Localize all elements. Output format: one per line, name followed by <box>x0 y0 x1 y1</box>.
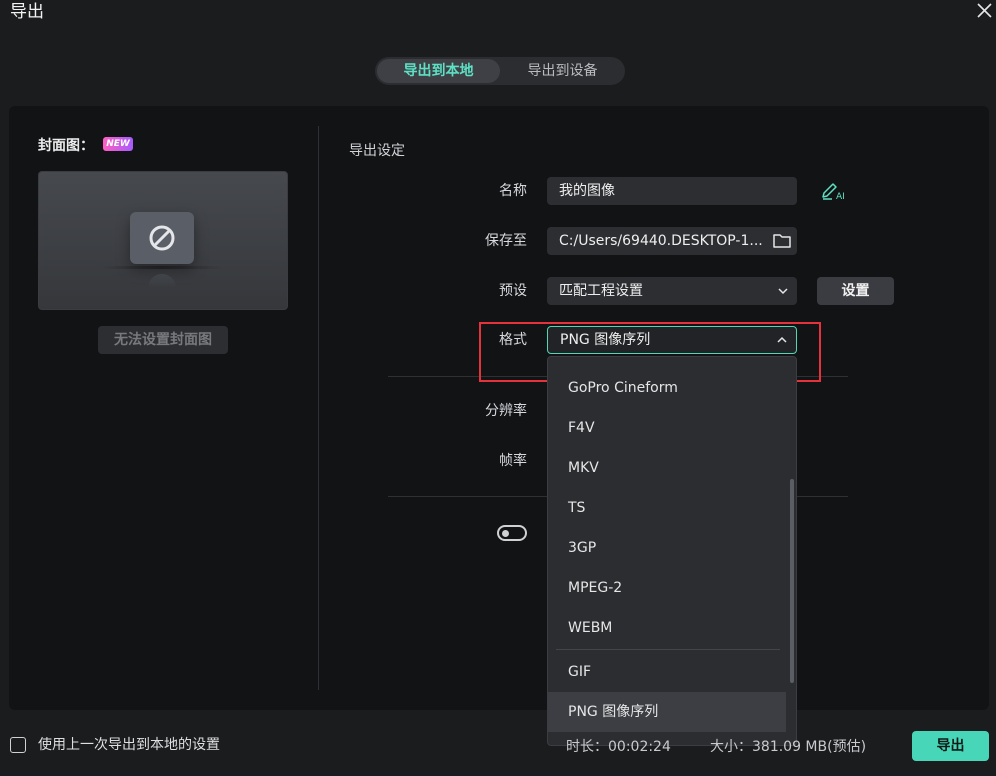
name-label: 名称 <box>499 183 527 199</box>
size-estimate-text: 大小：381.09 MB(预估) <box>710 739 867 755</box>
close-icon[interactable] <box>974 0 996 22</box>
toggle-switch[interactable] <box>497 525 527 541</box>
dropdown-scrollbar[interactable] <box>790 479 794 683</box>
format-option-ts[interactable]: TS <box>548 488 786 528</box>
format-dropdown: GoPro Cineform F4V MKV TS 3GP MPEG-2 WEB… <box>547 356 797 746</box>
svg-text:AI: AI <box>836 192 845 202</box>
new-badge: NEW <box>103 137 133 151</box>
format-option-gif[interactable]: GIF <box>548 652 786 692</box>
save-to-label: 保存至 <box>485 233 527 249</box>
no-cover-icon <box>130 212 194 264</box>
dropdown-separator <box>556 649 780 650</box>
cover-icon-shadow <box>100 266 224 269</box>
format-option-3gp[interactable]: 3GP <box>548 528 786 568</box>
export-settings-title: 导出设定 <box>349 143 405 159</box>
format-option-webm[interactable]: WEBM <box>548 608 786 648</box>
tab-export-local[interactable]: 导出到本地 <box>377 59 500 83</box>
cover-label: 封面图： <box>38 138 94 154</box>
preset-settings-button[interactable]: 设置 <box>817 277 894 305</box>
format-option-f4v[interactable]: F4V <box>548 408 786 448</box>
use-last-settings-label: 使用上一次导出到本地的设置 <box>38 737 220 753</box>
tab-export-device[interactable]: 导出到设备 <box>502 59 623 83</box>
preset-value: 匹配工程设置 <box>559 283 643 299</box>
chevron-down-icon <box>778 288 788 295</box>
name-input[interactable]: 我的图像 <box>547 177 797 205</box>
resolution-label: 分辨率 <box>485 403 527 419</box>
toggle-knob <box>502 530 509 537</box>
set-cover-button[interactable]: 无法设置封面图 <box>98 326 228 354</box>
export-tabs: 导出到本地 导出到设备 <box>375 57 625 85</box>
window-title: 导出 <box>10 2 44 22</box>
preset-label: 预设 <box>499 283 527 299</box>
format-option-mkv[interactable]: MKV <box>548 448 786 488</box>
frame-rate-label: 帧率 <box>499 453 527 469</box>
export-button[interactable]: 导出 <box>912 731 989 761</box>
ai-rename-icon[interactable]: AI <box>820 180 846 202</box>
preset-select[interactable]: 匹配工程设置 <box>547 277 797 305</box>
format-option-mpeg2[interactable]: MPEG-2 <box>548 568 786 608</box>
use-last-settings-checkbox[interactable] <box>10 737 26 753</box>
panel-divider <box>318 126 319 690</box>
duration-text: 时长：00:02:24 <box>566 739 671 755</box>
format-option-png-sequence[interactable]: PNG 图像序列 <box>548 692 786 732</box>
format-option-gopro-cineform[interactable]: GoPro Cineform <box>548 368 786 408</box>
save-path-input[interactable]: C:/Users/69440.DESKTOP-1... <box>547 227 797 255</box>
folder-icon[interactable] <box>772 232 792 250</box>
